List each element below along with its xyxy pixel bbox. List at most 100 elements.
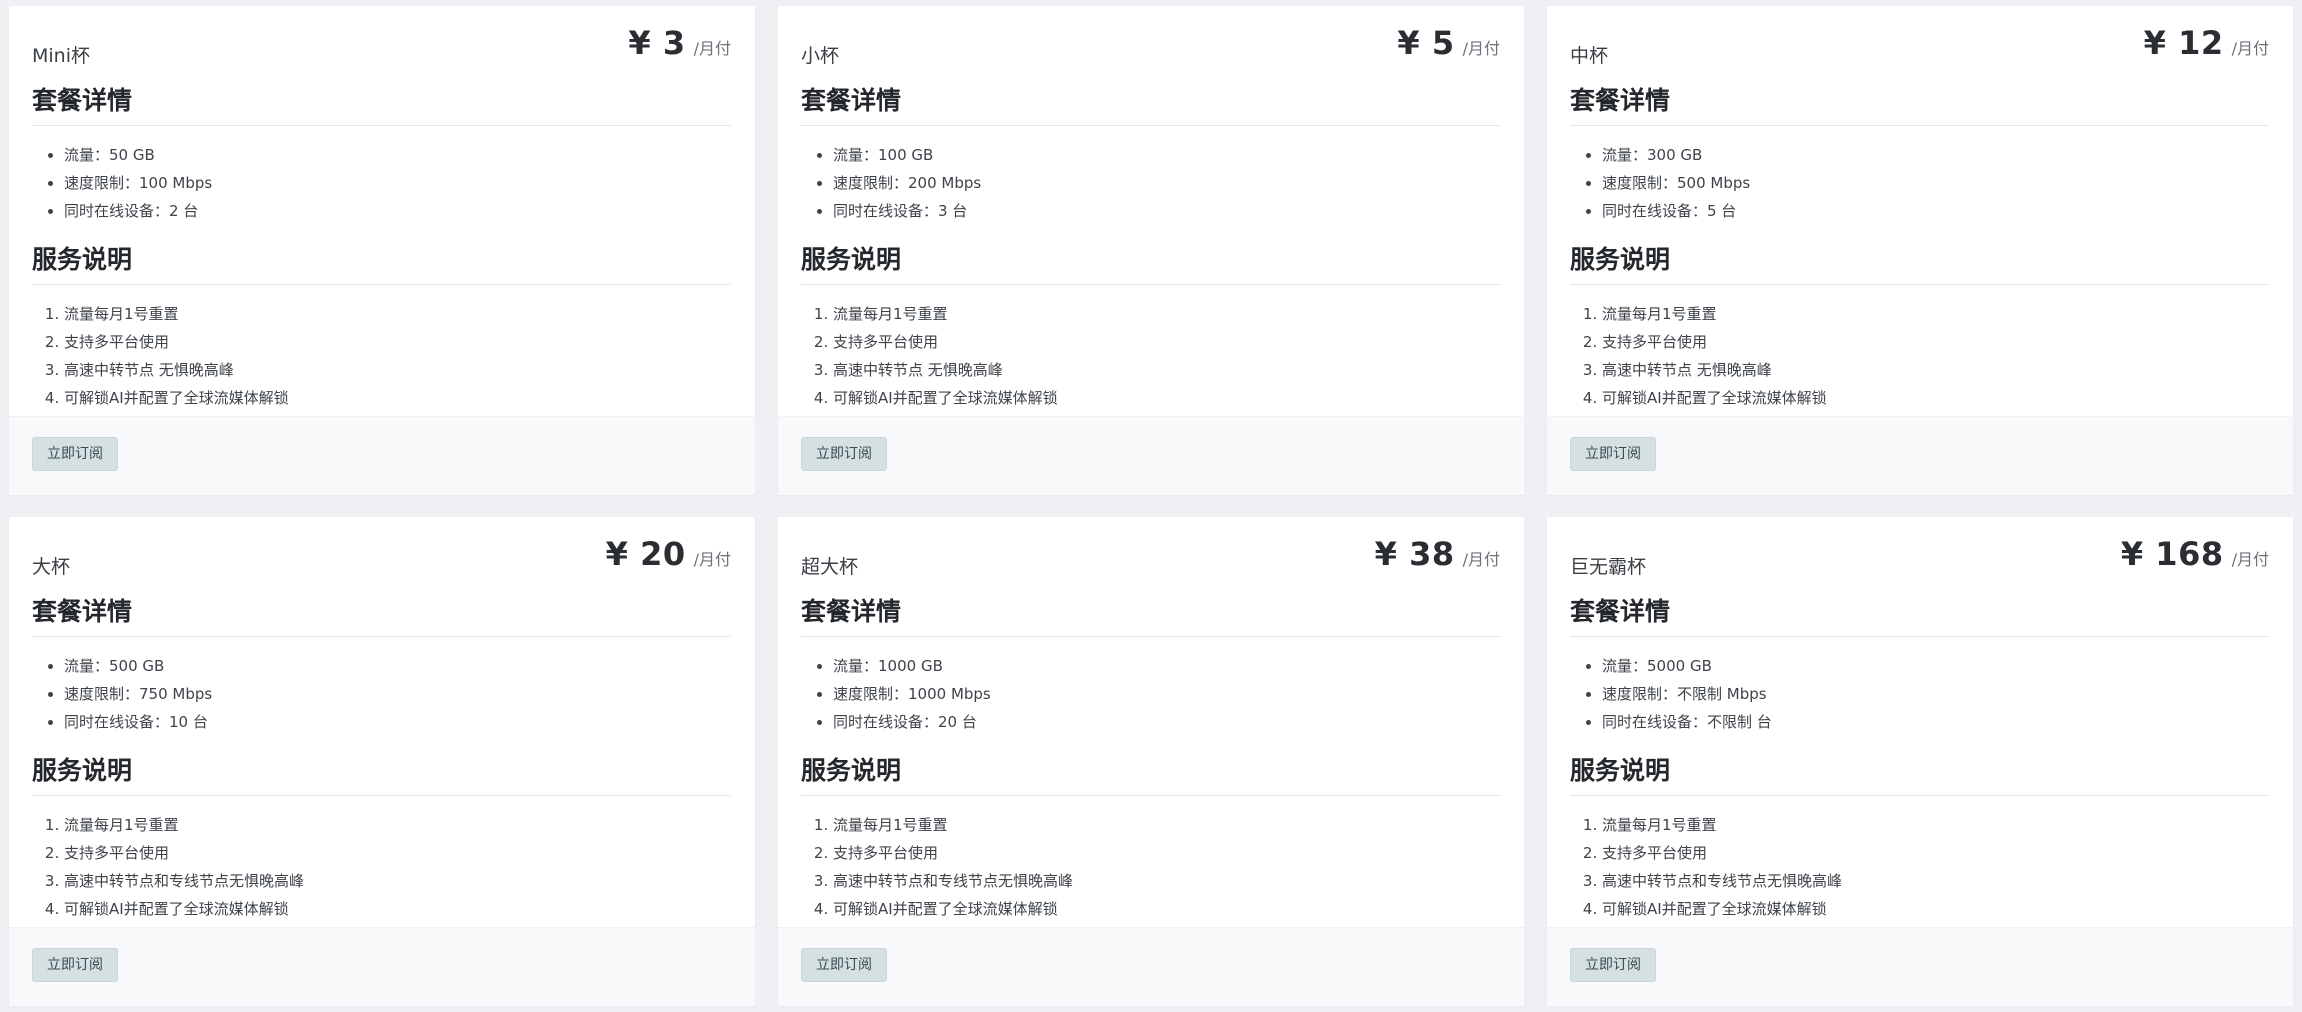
details-title: 套餐详情	[801, 86, 1500, 126]
service-item: 可解锁AI并配置了全球流媒体解锁	[1602, 895, 2269, 923]
plan-footer: 立即订阅	[9, 416, 755, 495]
services-list: 流量每月1号重置 支持多平台使用 高速中转节点和专线节点无惧晚高峰 可解锁AI并…	[801, 811, 1500, 923]
plan-price-group: ¥ 3 /月付	[628, 24, 731, 62]
service-item: 支持多平台使用	[1602, 328, 2269, 356]
plan-period: /月付	[1462, 39, 1500, 58]
plan-price-group: ¥ 5 /月付	[1397, 24, 1500, 62]
plan-card: 中杯 ¥ 12 /月付 套餐详情 流量：300 GB 速度限制：500 Mbps…	[1547, 6, 2293, 495]
detail-item: 同时在线设备：20 台	[833, 708, 1500, 736]
plan-period: /月付	[693, 550, 731, 569]
detail-item: 速度限制：750 Mbps	[64, 680, 731, 708]
detail-item: 流量：1000 GB	[833, 652, 1500, 680]
plan-card-body: 小杯 ¥ 5 /月付 套餐详情 流量：100 GB 速度限制：200 Mbps …	[778, 6, 1524, 417]
plan-footer: 立即订阅	[778, 416, 1524, 495]
services-title: 服务说明	[32, 245, 731, 285]
plan-footer: 立即订阅	[1547, 927, 2293, 1006]
detail-item: 速度限制：200 Mbps	[833, 169, 1500, 197]
details-title: 套餐详情	[801, 597, 1500, 637]
plan-price: ¥ 168	[2120, 535, 2224, 573]
plan-header: 大杯 ¥ 20 /月付	[32, 517, 731, 589]
details-list: 流量：100 GB 速度限制：200 Mbps 同时在线设备：3 台	[801, 141, 1500, 225]
service-item: 流量每月1号重置	[1602, 300, 2269, 328]
plan-price-group: ¥ 168 /月付	[2121, 535, 2269, 573]
detail-item: 速度限制：100 Mbps	[64, 169, 731, 197]
plan-price-group: ¥ 12 /月付	[2144, 24, 2269, 62]
subscribe-button[interactable]: 立即订阅	[801, 948, 887, 982]
service-item: 高速中转节点和专线节点无惧晚高峰	[1602, 867, 2269, 895]
plan-header: 中杯 ¥ 12 /月付	[1570, 6, 2269, 78]
details-title: 套餐详情	[1570, 86, 2269, 126]
subscribe-button[interactable]: 立即订阅	[1570, 437, 1656, 471]
detail-item: 同时在线设备：10 台	[64, 708, 731, 736]
plan-grid: Mini杯 ¥ 3 /月付 套餐详情 流量：50 GB 速度限制：100 Mbp…	[9, 6, 2293, 1006]
service-item: 可解锁AI并配置了全球流媒体解锁	[833, 384, 1500, 412]
detail-item: 同时在线设备：5 台	[1602, 197, 2269, 225]
service-item: 高速中转节点和专线节点无惧晚高峰	[833, 867, 1500, 895]
service-item: 支持多平台使用	[833, 839, 1500, 867]
subscribe-button[interactable]: 立即订阅	[1570, 948, 1656, 982]
service-item: 可解锁AI并配置了全球流媒体解锁	[64, 895, 731, 923]
service-item: 流量每月1号重置	[1602, 811, 2269, 839]
plan-price: ¥ 3	[628, 24, 686, 62]
services-title: 服务说明	[1570, 245, 2269, 285]
subscribe-button[interactable]: 立即订阅	[32, 948, 118, 982]
service-item: 高速中转节点和专线节点无惧晚高峰	[64, 867, 731, 895]
service-item: 流量每月1号重置	[833, 300, 1500, 328]
plan-card: 小杯 ¥ 5 /月付 套餐详情 流量：100 GB 速度限制：200 Mbps …	[778, 6, 1524, 495]
plan-period: /月付	[2231, 550, 2269, 569]
plan-name: 小杯	[801, 45, 840, 67]
details-list: 流量：300 GB 速度限制：500 Mbps 同时在线设备：5 台	[1570, 141, 2269, 225]
services-title: 服务说明	[32, 756, 731, 796]
plan-card-body: Mini杯 ¥ 3 /月付 套餐详情 流量：50 GB 速度限制：100 Mbp…	[9, 6, 755, 417]
plan-price-group: ¥ 20 /月付	[606, 535, 731, 573]
subscribe-button[interactable]: 立即订阅	[32, 437, 118, 471]
plan-card-body: 中杯 ¥ 12 /月付 套餐详情 流量：300 GB 速度限制：500 Mbps…	[1547, 6, 2293, 417]
plan-card-body: 大杯 ¥ 20 /月付 套餐详情 流量：500 GB 速度限制：750 Mbps…	[9, 517, 755, 928]
services-list: 流量每月1号重置 支持多平台使用 高速中转节点 无惧晚高峰 可解锁AI并配置了全…	[801, 300, 1500, 412]
service-item: 高速中转节点 无惧晚高峰	[64, 356, 731, 384]
services-title: 服务说明	[801, 245, 1500, 285]
plan-name: Mini杯	[32, 45, 90, 67]
service-item: 支持多平台使用	[833, 328, 1500, 356]
subscribe-button[interactable]: 立即订阅	[801, 437, 887, 471]
detail-item: 速度限制：1000 Mbps	[833, 680, 1500, 708]
plan-price: ¥ 20	[605, 535, 686, 573]
services-title: 服务说明	[801, 756, 1500, 796]
detail-item: 流量：50 GB	[64, 141, 731, 169]
service-item: 支持多平台使用	[64, 328, 731, 356]
plan-name: 巨无霸杯	[1570, 556, 1647, 578]
services-list: 流量每月1号重置 支持多平台使用 高速中转节点和专线节点无惧晚高峰 可解锁AI并…	[32, 811, 731, 923]
plan-card: Mini杯 ¥ 3 /月付 套餐详情 流量：50 GB 速度限制：100 Mbp…	[9, 6, 755, 495]
services-list: 流量每月1号重置 支持多平台使用 高速中转节点 无惧晚高峰 可解锁AI并配置了全…	[1570, 300, 2269, 412]
plan-footer: 立即订阅	[1547, 416, 2293, 495]
details-list: 流量：50 GB 速度限制：100 Mbps 同时在线设备：2 台	[32, 141, 731, 225]
plan-card: 大杯 ¥ 20 /月付 套餐详情 流量：500 GB 速度限制：750 Mbps…	[9, 517, 755, 1006]
plan-footer: 立即订阅	[778, 927, 1524, 1006]
detail-item: 速度限制：500 Mbps	[1602, 169, 2269, 197]
plan-card-body: 巨无霸杯 ¥ 168 /月付 套餐详情 流量：5000 GB 速度限制：不限制 …	[1547, 517, 2293, 928]
plan-price-group: ¥ 38 /月付	[1375, 535, 1500, 573]
plan-header: 超大杯 ¥ 38 /月付	[801, 517, 1500, 589]
details-title: 套餐详情	[1570, 597, 2269, 637]
detail-item: 速度限制：不限制 Mbps	[1602, 680, 2269, 708]
service-item: 可解锁AI并配置了全球流媒体解锁	[1602, 384, 2269, 412]
plan-period: /月付	[2231, 39, 2269, 58]
detail-item: 流量：5000 GB	[1602, 652, 2269, 680]
detail-item: 同时在线设备：2 台	[64, 197, 731, 225]
services-title: 服务说明	[1570, 756, 2269, 796]
services-list: 流量每月1号重置 支持多平台使用 高速中转节点和专线节点无惧晚高峰 可解锁AI并…	[1570, 811, 2269, 923]
detail-item: 流量：300 GB	[1602, 141, 2269, 169]
plan-header: 小杯 ¥ 5 /月付	[801, 6, 1500, 78]
plan-name: 超大杯	[801, 556, 859, 578]
plan-price: ¥ 12	[2143, 24, 2224, 62]
service-item: 支持多平台使用	[1602, 839, 2269, 867]
plan-card: 超大杯 ¥ 38 /月付 套餐详情 流量：1000 GB 速度限制：1000 M…	[778, 517, 1524, 1006]
detail-item: 同时在线设备：不限制 台	[1602, 708, 2269, 736]
plan-name: 大杯	[32, 556, 71, 578]
service-item: 流量每月1号重置	[64, 300, 731, 328]
details-list: 流量：5000 GB 速度限制：不限制 Mbps 同时在线设备：不限制 台	[1570, 652, 2269, 736]
details-list: 流量：500 GB 速度限制：750 Mbps 同时在线设备：10 台	[32, 652, 731, 736]
service-item: 高速中转节点 无惧晚高峰	[833, 356, 1500, 384]
service-item: 流量每月1号重置	[64, 811, 731, 839]
details-list: 流量：1000 GB 速度限制：1000 Mbps 同时在线设备：20 台	[801, 652, 1500, 736]
